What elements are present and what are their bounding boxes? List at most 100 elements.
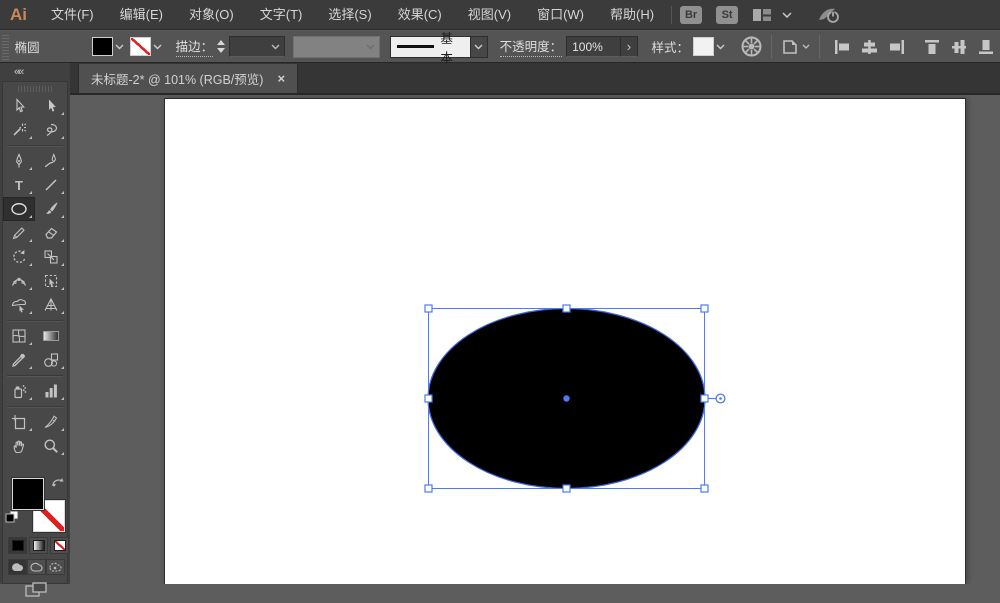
draw-behind-button[interactable]: [27, 559, 46, 575]
zoom-tool[interactable]: [35, 434, 67, 458]
align-top-icon[interactable]: [924, 39, 941, 55]
handle-top-right[interactable]: [701, 305, 708, 312]
bridge-badge[interactable]: Br: [680, 6, 702, 24]
slice-tool[interactable]: [35, 410, 67, 434]
gradient-button[interactable]: [29, 537, 48, 554]
screen-mode-button[interactable]: [25, 582, 47, 603]
draw-normal-button[interactable]: [8, 559, 27, 575]
column-graph-tool[interactable]: [35, 379, 67, 403]
recolor-artwork-icon[interactable]: [741, 36, 762, 57]
swap-fill-stroke-icon[interactable]: [51, 476, 65, 495]
stock-badge[interactable]: St: [716, 6, 738, 24]
opacity-more-button[interactable]: ›: [621, 36, 637, 57]
stepper-up-icon[interactable]: [217, 40, 225, 45]
stroke-weight-input[interactable]: [229, 36, 284, 57]
handle-top-left[interactable]: [425, 305, 432, 312]
chevron-down-icon: [716, 44, 725, 50]
sync-power-icon[interactable]: [816, 6, 842, 24]
menu-window[interactable]: 窗口(W): [524, 0, 597, 30]
align-h-center-icon[interactable]: [861, 39, 878, 55]
scale-tool[interactable]: [35, 245, 67, 269]
fill-swatch[interactable]: [92, 37, 113, 56]
style-control[interactable]: [693, 37, 725, 56]
chevron-down-icon[interactable]: [782, 12, 792, 18]
align-left-icon[interactable]: [834, 39, 851, 55]
workspace-layout-icon[interactable]: [752, 8, 772, 22]
canvas-pasteboard[interactable]: [70, 95, 1000, 584]
shape-center-point[interactable]: [563, 395, 569, 401]
document-tab[interactable]: 未标题-2* @ 101% (RGB/预览) ×: [78, 64, 298, 93]
menu-select[interactable]: 选择(S): [315, 0, 384, 30]
divider: [771, 35, 772, 59]
draw-inside-button[interactable]: [46, 559, 65, 575]
style-label: 样式：: [652, 37, 690, 56]
align-v-center-icon[interactable]: [951, 39, 968, 55]
brush-definition-preview[interactable]: 基本: [390, 36, 471, 58]
align-bottom-icon[interactable]: [978, 39, 995, 55]
pen-tool[interactable]: [3, 149, 35, 173]
stepper-down-icon[interactable]: [217, 48, 225, 53]
menu-object[interactable]: 对象(O): [176, 0, 247, 30]
selection-tool[interactable]: [3, 94, 35, 118]
ellipse-tool[interactable]: [3, 197, 35, 221]
hand-tool[interactable]: [3, 434, 35, 458]
menu-type[interactable]: 文字(T): [247, 0, 316, 30]
opacity-label[interactable]: 不透明度：: [500, 36, 563, 57]
handle-middle-right[interactable]: [701, 395, 708, 402]
stroke-weight-stepper[interactable]: [215, 40, 227, 53]
handle-bottom-center[interactable]: [563, 485, 570, 492]
shape-builder-tool[interactable]: [3, 293, 35, 317]
lasso-tool[interactable]: [35, 118, 67, 142]
pencil-tool[interactable]: [3, 221, 35, 245]
default-fill-stroke-icon[interactable]: [5, 510, 19, 529]
rotate-tool[interactable]: [3, 245, 35, 269]
paintbrush-tool[interactable]: [35, 197, 67, 221]
width-tool[interactable]: [3, 269, 35, 293]
collapse-panel-icon[interactable]: ««: [14, 66, 22, 78]
symbol-sprayer-tool[interactable]: [3, 379, 35, 403]
handle-bottom-left[interactable]: [425, 485, 432, 492]
blend-tool[interactable]: [35, 348, 67, 372]
stroke-weight-label[interactable]: 描边：: [176, 36, 214, 57]
align-right-icon[interactable]: [888, 39, 905, 55]
style-swatch[interactable]: [693, 37, 714, 56]
handle-middle-left[interactable]: [425, 395, 432, 402]
direct-selection-tool[interactable]: [35, 94, 67, 118]
menu-edit[interactable]: 编辑(E): [107, 0, 176, 30]
fill-color-control[interactable]: [92, 37, 124, 56]
handle-bottom-right[interactable]: [701, 485, 708, 492]
tools-panel: T: [2, 81, 68, 584]
menu-help[interactable]: 帮助(H): [597, 0, 667, 30]
fill-color-swatch[interactable]: [12, 478, 44, 510]
artboard-tool[interactable]: [3, 410, 35, 434]
color-button[interactable]: [8, 537, 27, 554]
menu-file[interactable]: 文件(F): [38, 0, 107, 30]
selected-ellipse[interactable]: [70, 95, 1000, 584]
control-options-bar: 椭圆 描边： 基本 不透明度： 100% › 样式：: [0, 31, 1000, 63]
gradient-tool[interactable]: [35, 324, 67, 348]
perspective-grid-tool[interactable]: [35, 293, 67, 317]
stroke-color-control[interactable]: [130, 37, 162, 56]
magic-wand-tool[interactable]: [3, 118, 35, 142]
eyedropper-tool[interactable]: [3, 348, 35, 372]
menu-view[interactable]: 视图(V): [455, 0, 524, 30]
arrange-documents-control[interactable]: [781, 38, 810, 56]
eraser-tool[interactable]: [35, 221, 67, 245]
none-button[interactable]: [50, 537, 69, 554]
eraser-tool-icon: [43, 225, 59, 241]
menu-effect[interactable]: 效果(C): [385, 0, 455, 30]
handle-top-center[interactable]: [563, 305, 570, 312]
panel-grip[interactable]: [2, 34, 9, 60]
brush-definition-control[interactable]: 基本: [390, 36, 487, 58]
free-transform-tool[interactable]: [35, 269, 67, 293]
stroke-swatch[interactable]: [130, 37, 151, 56]
mesh-tool[interactable]: [3, 324, 35, 348]
divider: [671, 6, 672, 24]
line-segment-tool[interactable]: [35, 173, 67, 197]
close-icon[interactable]: ×: [277, 71, 285, 86]
panel-grip[interactable]: [18, 86, 52, 92]
opacity-input[interactable]: 100%: [566, 36, 621, 57]
curvature-tool[interactable]: [35, 149, 67, 173]
brush-definition-dropdown[interactable]: [471, 36, 488, 58]
type-tool[interactable]: T: [3, 173, 35, 197]
